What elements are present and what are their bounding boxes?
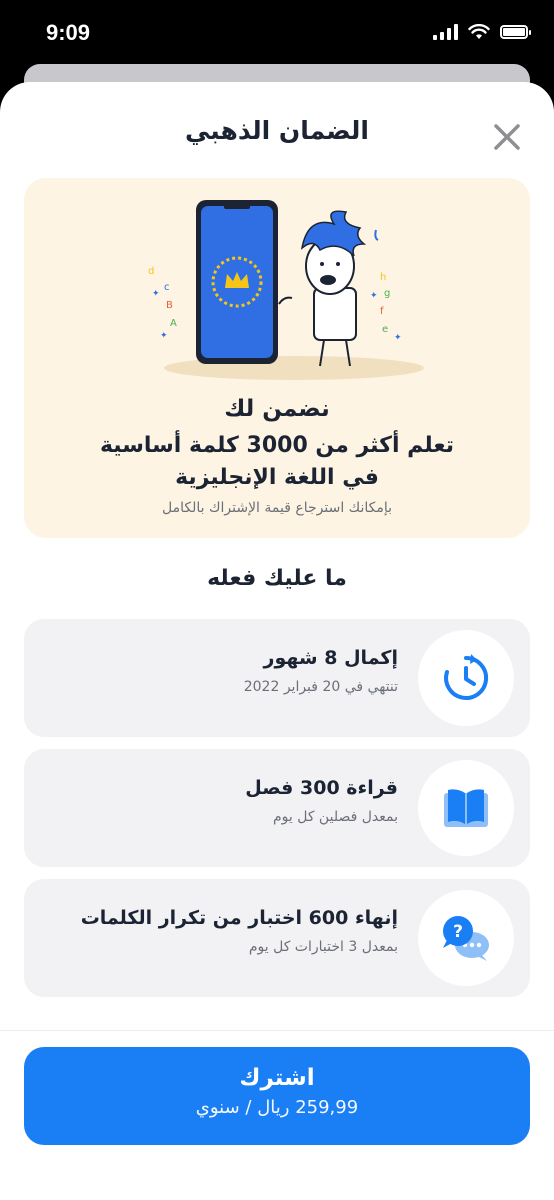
guarantee-card: d c B A h g f e ✦ ✦ ✦ ✦ نضمن لك تعلم أكث… [24, 178, 530, 538]
battery-icon [500, 25, 531, 39]
task-text: إكمال 8 شهور تنتهي في 20 فبراير 2022 [38, 647, 398, 695]
status-icons [433, 24, 531, 40]
guarantee-line-1: تعلم أكثر من 3000 كلمة أساسية [99, 433, 455, 458]
task-icon-container [418, 630, 514, 726]
subscribe-button[interactable]: اشترك 259,99 ريال / سنوي [24, 1047, 530, 1145]
task-card-chapters: قراءة 300 فصل بمعدل فصلين كل يوم [24, 749, 530, 867]
wifi-icon [468, 24, 490, 39]
svg-text:✦: ✦ [152, 289, 160, 299]
svg-text:A: A [170, 318, 177, 329]
page-title: الضمان الذهبي [184, 116, 369, 145]
guarantee-statement: تعلم أكثر من 3000 كلمة أساسية في اللغة ا… [44, 430, 510, 494]
book-icon [444, 789, 488, 827]
task-title: إكمال 8 شهور [263, 647, 398, 669]
svg-text:f: f [380, 306, 384, 317]
svg-text:e: e [382, 324, 388, 335]
task-text: قراءة 300 فصل بمعدل فصلين كل يوم [38, 777, 398, 825]
signal-icon [433, 24, 458, 40]
section-title: ما عليك فعله [207, 566, 347, 591]
close-button[interactable] [490, 120, 524, 154]
svg-text:c: c [164, 282, 170, 293]
svg-text:h: h [380, 272, 386, 283]
svg-text:d: d [148, 266, 154, 277]
task-subtitle: بمعدل فصلين كل يوم [272, 809, 398, 825]
svg-text:?: ? [453, 922, 463, 942]
task-card-quizzes: ? إنهاء 600 اختبار من تكرار الكلمات بمعد… [24, 879, 530, 997]
subscribe-price: 259,99 ريال / سنوي [195, 1097, 359, 1118]
footer-bar: اشترك 259,99 ريال / سنوي [0, 1030, 554, 1200]
chat-question-icon: ? [443, 916, 489, 961]
sheet-header: الضمان الذهبي [0, 108, 554, 158]
svg-text:B: B [166, 300, 173, 311]
task-icon-container: ? [418, 890, 514, 986]
clock-refresh-icon [444, 654, 489, 700]
task-text: إنهاء 600 اختبار من تكرار الكلمات بمعدل … [38, 907, 398, 955]
status-time: 9:09 [46, 20, 91, 45]
guarantee-heading: نضمن لك [224, 396, 330, 422]
guarantee-sheet: الضمان الذهبي d c B A h g f e ✦ ✦ ✦ ✦ نض… [0, 82, 554, 1200]
task-card-months: إكمال 8 شهور تنتهي في 20 فبراير 2022 [24, 619, 530, 737]
subscribe-label: اشترك [239, 1065, 315, 1091]
task-subtitle: بمعدل 3 اختبارات كل يوم [248, 939, 398, 955]
guarantee-line-2: في اللغة الإنجليزية [175, 465, 379, 490]
svg-text:✦: ✦ [370, 291, 378, 301]
svg-text:g: g [384, 288, 390, 299]
status-bar: 9:09 [0, 0, 554, 64]
task-title: إنهاء 600 اختبار من تكرار الكلمات [80, 907, 398, 929]
refund-note: بإمكانك استرجاع قيمة الإشتراك بالكامل [161, 500, 393, 516]
svg-text:✦: ✦ [160, 331, 168, 341]
task-icon-container [418, 760, 514, 856]
task-subtitle: تنتهي في 20 فبراير 2022 [243, 679, 398, 695]
task-title: قراءة 300 فصل [245, 777, 398, 799]
svg-text:✦: ✦ [394, 333, 402, 343]
guarantee-illustration: d c B A h g f e ✦ ✦ ✦ ✦ [148, 200, 424, 380]
